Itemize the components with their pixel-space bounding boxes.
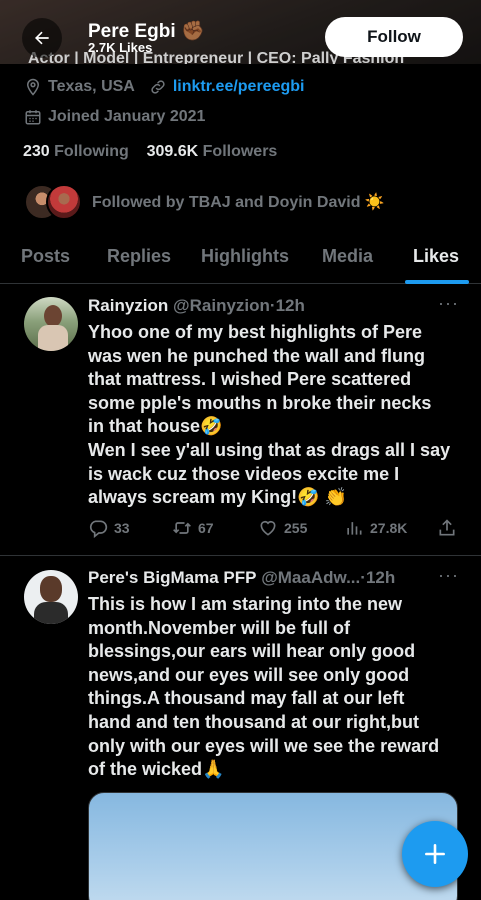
avatar[interactable] <box>24 297 78 351</box>
tweet-header: Rainyzion @Rainyzion·12h <box>88 296 305 316</box>
tweet-author-handle[interactable]: @Rainyzion <box>173 296 270 315</box>
tab-highlights[interactable]: Highlights <box>201 246 289 267</box>
like-icon <box>260 520 276 536</box>
retweet-count: 67 <box>198 520 214 536</box>
views-icon <box>347 522 362 535</box>
tweet-time[interactable]: 12h <box>366 568 395 587</box>
tweet-header: Pere's BigMama PFP @MaaAdw...·12h <box>88 568 395 588</box>
tab-posts[interactable]: Posts <box>21 246 70 267</box>
following-label: Following <box>54 143 129 160</box>
views-count: 27.8K <box>370 520 408 536</box>
reply-button[interactable]: 33 <box>88 518 130 538</box>
following-count: 230 <box>23 143 50 160</box>
follow-stats: 230 Following 309.6K Followers <box>23 143 277 161</box>
name-emoji: ✊🏾 <box>180 21 205 42</box>
followers-link[interactable]: 309.6K Followers <box>147 143 278 160</box>
tab-replies[interactable]: Replies <box>107 246 171 267</box>
likes-count: 2.7K Likes <box>88 40 153 55</box>
back-button[interactable] <box>22 18 62 58</box>
profile-link[interactable]: linktr.ee/pereegbi <box>173 78 305 96</box>
follower-avatar-2 <box>46 184 82 220</box>
profile-tabs: Posts Replies Highlights Media Likes <box>0 238 481 284</box>
follow-button[interactable]: Follow <box>325 17 463 57</box>
location-link-row: Texas, USA linktr.ee/pereegbi <box>24 78 304 96</box>
back-arrow-icon <box>35 31 49 45</box>
views-button[interactable]: 27.8K <box>344 518 407 538</box>
tweet-author-name[interactable]: Rainyzion <box>88 296 168 315</box>
followed-by-row[interactable]: Followed by TBAJ and Doyin David ☀️ <box>24 184 385 220</box>
followers-label: Followers <box>202 143 278 160</box>
tweet-text: Yhoo one of my best highlights of Pere w… <box>88 322 451 508</box>
compose-button[interactable] <box>402 821 468 887</box>
followers-count: 309.6K <box>146 143 199 160</box>
like-count: 255 <box>284 520 308 536</box>
active-tab-indicator <box>405 280 469 284</box>
profile-name: Pere Egbi <box>88 21 176 42</box>
avatar[interactable] <box>24 570 78 624</box>
tweet-time[interactable]: 12h <box>276 296 305 315</box>
more-icon[interactable]: ··· <box>438 293 459 314</box>
tweet-author-handle[interactable]: @MaaAdw... <box>261 568 360 587</box>
tab-likes[interactable]: Likes <box>413 246 459 267</box>
share-icon <box>439 519 455 536</box>
retweet-icon <box>173 522 191 534</box>
share-button[interactable] <box>437 518 463 538</box>
joined-text: Joined January 2021 <box>48 108 206 125</box>
link-icon <box>151 80 165 94</box>
followed-by-text: Followed by TBAJ and Doyin David ☀️ <box>92 194 385 211</box>
location-text: Texas, USA <box>48 78 135 95</box>
joined-row: Joined January 2021 <box>24 108 205 126</box>
reply-icon <box>89 520 108 538</box>
tweet-actions: 33 67 255 27.8K <box>0 518 481 542</box>
compose-plus-icon <box>425 844 445 864</box>
tweet-text: This is how I am staring into the new mo… <box>88 594 440 780</box>
profile-header: Actor | Model | Entrepreneur | CEO: Pall… <box>0 0 481 64</box>
like-button[interactable]: 255 <box>258 518 307 538</box>
tweet-author-name[interactable]: Pere's BigMama PFP <box>88 568 256 587</box>
tab-media[interactable]: Media <box>322 246 373 267</box>
calendar-icon <box>25 110 41 125</box>
tweet-divider <box>0 555 481 556</box>
more-icon[interactable]: ··· <box>438 565 459 586</box>
following-link[interactable]: 230 Following <box>23 143 129 160</box>
retweet-button[interactable]: 67 <box>172 518 214 538</box>
reply-count: 33 <box>114 520 130 536</box>
location-icon <box>26 78 40 96</box>
